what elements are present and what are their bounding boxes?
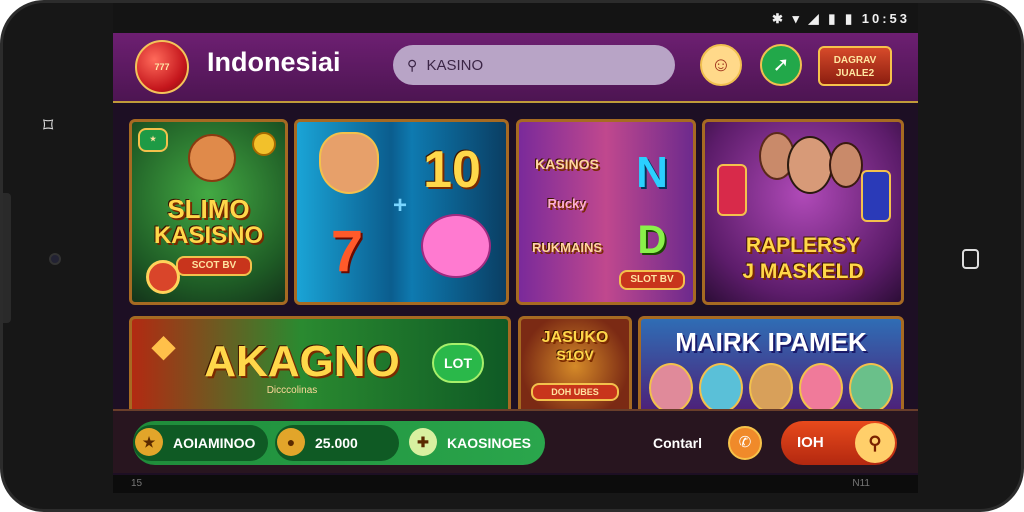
status-bar: ✱ ▾ ◢ ▮ ▮ 10:53 bbox=[113, 3, 918, 33]
tile-title: MAIRK IPAMEK bbox=[675, 327, 867, 357]
strip-left: 15 bbox=[131, 478, 143, 489]
avatar bbox=[649, 363, 693, 413]
deposit-button[interactable]: DAGRAV JUALE2 bbox=[818, 46, 892, 86]
tile-play-button[interactable]: SLOT BV bbox=[619, 270, 685, 290]
phone-icon: ✆ bbox=[738, 434, 752, 451]
app-header: 777 Indonesiai ⚲ KASINO ☺ ➚ DAGRAV JUALE… bbox=[113, 33, 918, 103]
bottom-bar: ★ AOIAMINOO ● 25.000 ✚ KAOSINOES Contarl… bbox=[113, 409, 918, 473]
game-tile-kasinos[interactable]: KASINOS Rucky RUKMAINS N D SLOT BV bbox=[516, 119, 696, 305]
tile-text-c: RUKMAINS bbox=[531, 240, 603, 255]
pig-icon bbox=[421, 214, 491, 278]
divider-mark: + bbox=[393, 192, 408, 219]
person-right bbox=[829, 142, 863, 188]
tile-text-a: KASINOS bbox=[535, 156, 599, 172]
brand-title: Indonesiai bbox=[207, 47, 341, 77]
character-icon bbox=[319, 132, 379, 194]
bookmark-icon[interactable]: ⌑ bbox=[43, 113, 53, 137]
status-icons: ✱ ▾ ◢ ▮ ▮ 10:53 bbox=[772, 11, 910, 27]
tile-subtitle: Dicccolinas bbox=[266, 385, 318, 396]
tile-play-button[interactable]: DOH UBES bbox=[531, 383, 619, 401]
phone-frame: ⌑ ✱ ▾ ◢ ▮ ▮ 10:53 777 Indonesiai ⚲ KASIN… bbox=[0, 0, 1024, 512]
game-tile-akagno[interactable]: ◆ AKAGNO Dicccolinas LOT bbox=[129, 316, 511, 416]
tile-badge: LOT bbox=[432, 343, 484, 383]
tile-title: AKAGNO bbox=[204, 337, 400, 386]
avatar bbox=[749, 363, 793, 413]
avatar bbox=[699, 363, 743, 413]
bottom-button-3[interactable]: ✚ KAOSINOES bbox=[407, 425, 545, 461]
tile-title-a: SLIMO bbox=[167, 194, 250, 224]
bottom-button-2-label: 25.000 bbox=[315, 435, 358, 451]
search-placeholder: KASINO bbox=[426, 57, 484, 74]
leaf-icon: ➚ bbox=[772, 54, 790, 76]
mascot-icon bbox=[188, 134, 236, 182]
bottom-button-2[interactable]: ● 25.000 bbox=[275, 425, 399, 461]
game-tile-ten[interactable]: + 10 7 bbox=[294, 119, 509, 305]
login-label: IOH bbox=[797, 434, 824, 451]
gem-icon: ✚ bbox=[409, 428, 437, 456]
tile-text-b: Rucky bbox=[547, 196, 587, 211]
strip-right: N11 bbox=[852, 478, 870, 489]
recent-apps-icon[interactable] bbox=[962, 249, 979, 269]
tile-title-a: JASUKO bbox=[541, 329, 609, 346]
tile-title-b: KASISNO bbox=[153, 222, 264, 249]
star-icon: ★ bbox=[135, 428, 163, 456]
game-tile-mairk[interactable]: MAIRK IPAMEK bbox=[638, 316, 904, 416]
game-tile-jasuko[interactable]: JASUKO S1OV DOH UBES bbox=[518, 316, 632, 416]
camera-dot bbox=[49, 253, 61, 265]
card-icon bbox=[717, 164, 747, 216]
logo[interactable]: 777 bbox=[135, 40, 189, 94]
bottom-button-1[interactable]: ★ AOIAMINOO bbox=[133, 425, 268, 461]
tile-title-a: RAPLERSY bbox=[745, 234, 861, 257]
card-icon bbox=[861, 170, 891, 222]
contact-button[interactable]: ✆ bbox=[728, 426, 762, 460]
tile-title-b: J MASKELD bbox=[742, 260, 864, 283]
search-icon: ⚲ bbox=[407, 57, 418, 73]
tile-play-button[interactable]: SCOT BV bbox=[176, 256, 252, 276]
reel-letter-d: D bbox=[637, 218, 667, 262]
search-bar[interactable]: ⚲ KASINO bbox=[393, 45, 675, 85]
app-screen: ✱ ▾ ◢ ▮ ▮ 10:53 777 Indonesiai ⚲ KASINO … bbox=[113, 3, 918, 493]
tile-symbol-seven: 7 bbox=[330, 219, 364, 284]
game-tile-raplersy[interactable]: RAPLERSY J MASKELD bbox=[702, 119, 904, 305]
contact-label: Contarl bbox=[653, 435, 702, 451]
chat-icon: ☺ bbox=[710, 54, 732, 76]
status-glyphs: ✱ ▾ ◢ ▮ ▮ bbox=[771, 11, 856, 26]
reel-letter-n: N bbox=[636, 148, 668, 197]
person-center bbox=[787, 136, 833, 194]
tile-badge: ★ bbox=[138, 128, 168, 152]
chip-icon bbox=[146, 260, 180, 294]
clock: 10:53 bbox=[861, 11, 910, 26]
search-icon[interactable]: ⚲ bbox=[855, 423, 895, 463]
coin-icon bbox=[252, 132, 276, 156]
side-button bbox=[3, 193, 11, 323]
game-tile-slimo[interactable]: ★ SLIMO KASISNO SCOT BV bbox=[129, 119, 288, 305]
coin-icon: ● bbox=[277, 428, 305, 456]
tile-title-b: S1OV bbox=[556, 347, 594, 363]
bottom-button-1-label: AOIAMINOO bbox=[173, 435, 256, 451]
login-button[interactable]: IOH ⚲ bbox=[781, 421, 897, 465]
bottom-strip: 15 N11 bbox=[113, 475, 918, 493]
avatar bbox=[799, 363, 843, 413]
share-button[interactable]: ➚ bbox=[760, 44, 802, 86]
chat-button[interactable]: ☺ bbox=[700, 44, 742, 86]
tile-number: 10 bbox=[423, 141, 481, 199]
bottom-button-3-label: KAOSINOES bbox=[447, 435, 532, 451]
avatar bbox=[849, 363, 893, 413]
